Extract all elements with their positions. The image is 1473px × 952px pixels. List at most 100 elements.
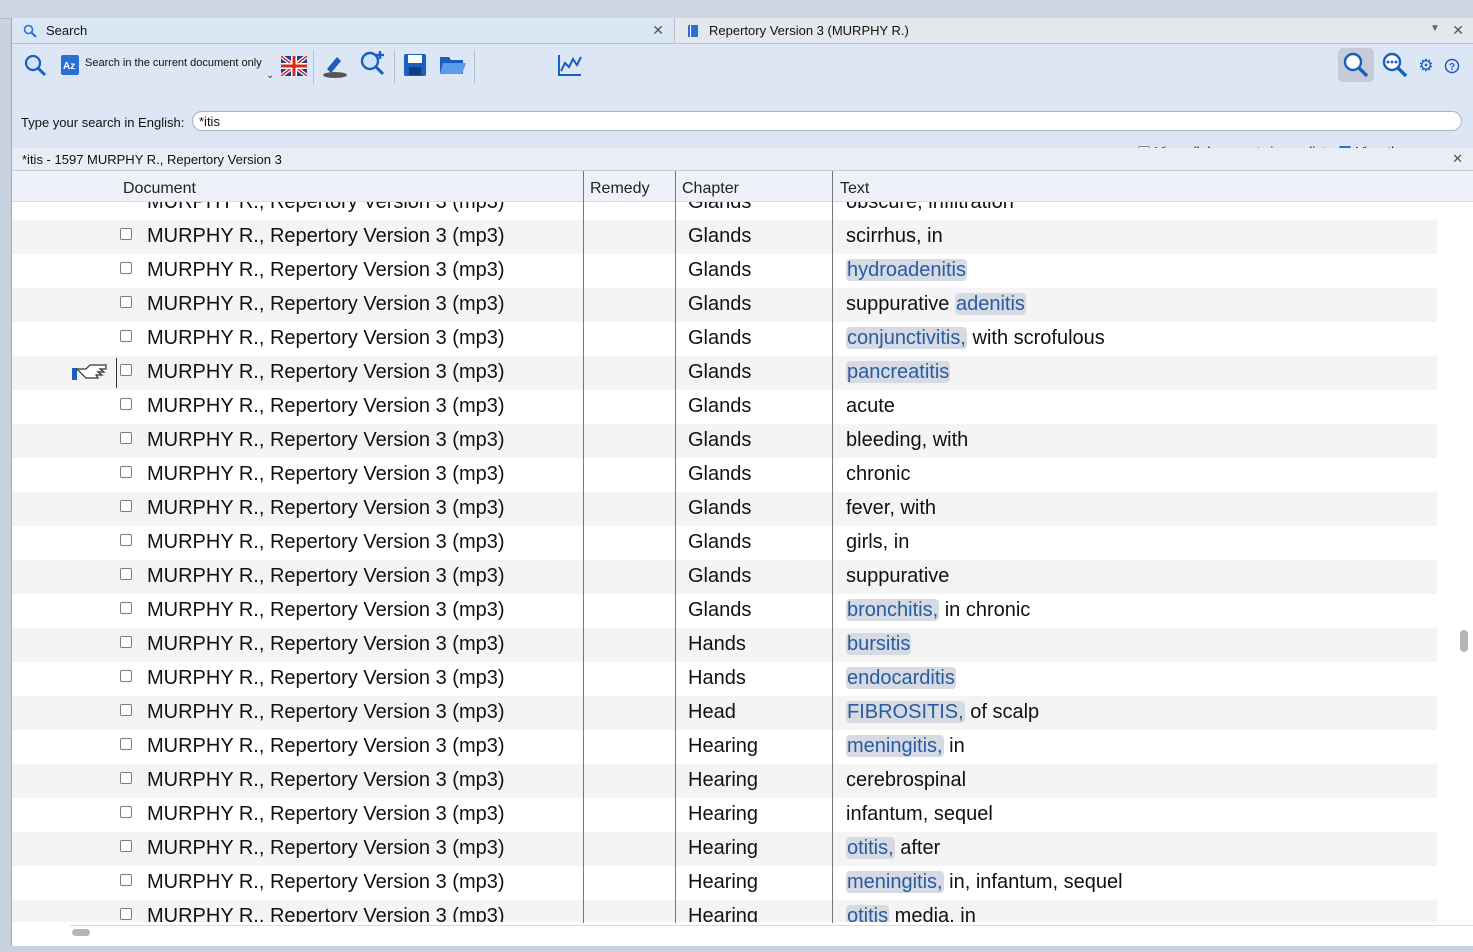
table-row[interactable]: MURPHY R., Repertory Version 3 (mp3) Glan… xyxy=(12,356,1437,390)
row-checkbox[interactable] xyxy=(120,262,132,274)
row-text-highlight[interactable]: hydroadenitis xyxy=(846,259,967,281)
table-row[interactable]: MURPHY R., Repertory Version 3 (mp3) Hear… xyxy=(12,798,1437,832)
search-input[interactable] xyxy=(192,111,1462,131)
table-row[interactable]: MURPHY R., Repertory Version 3 (mp3) Hand… xyxy=(12,662,1437,696)
table-row[interactable]: MURPHY R., Repertory Version 3 (mp3) Glan… xyxy=(12,560,1437,594)
table-row[interactable]: MURPHY R., Repertory Version 3 (mp3) Head… xyxy=(12,696,1437,730)
help-icon[interactable]: ? xyxy=(1442,56,1462,76)
table-row[interactable]: MURPHY R., Repertory Version 3 (mp3) Gla… xyxy=(12,202,1437,220)
row-checkbox[interactable] xyxy=(120,500,132,512)
tab-repertory[interactable]: Repertory Version 3 (MURPHY R.) ▼ ✕ xyxy=(675,18,1473,43)
row-checkbox[interactable] xyxy=(120,330,132,342)
row-checkbox[interactable] xyxy=(120,772,132,784)
row-checkbox[interactable] xyxy=(120,704,132,716)
table-row[interactable]: MURPHY R., Repertory Version 3 (mp3) Glan… xyxy=(12,220,1437,254)
table-row[interactable]: MURPHY R., Repertory Version 3 (mp3) Glan… xyxy=(12,526,1437,560)
row-checkbox[interactable] xyxy=(120,432,132,444)
table-row[interactable]: MURPHY R., Repertory Version 3 (mp3) Hear… xyxy=(12,730,1437,764)
row-checkbox[interactable] xyxy=(120,364,132,376)
row-text-rest: infantum, sequel xyxy=(846,803,993,825)
table-row[interactable]: MURPHY R., Repertory Version 3 (mp3) Glan… xyxy=(12,288,1437,322)
column-divider[interactable] xyxy=(675,171,676,923)
row-text-rest: after xyxy=(894,837,941,859)
row-text-highlight[interactable]: conjunctivitis, xyxy=(846,327,967,349)
chart-button[interactable] xyxy=(556,52,584,78)
row-chapter: Head xyxy=(688,701,736,723)
chevron-down-icon[interactable]: ▼ xyxy=(1430,23,1440,34)
table-row[interactable]: MURPHY R., Repertory Version 3 (mp3) Glan… xyxy=(12,458,1437,492)
row-document: MURPHY R., Repertory Version 3 (mp3) xyxy=(147,565,505,587)
row-chapter: Hands xyxy=(688,633,746,655)
language-flag-button[interactable] xyxy=(281,55,307,77)
row-chapter: Glands xyxy=(688,429,752,451)
search-current-doc-label[interactable]: Search in the current document only xyxy=(85,57,262,69)
chevron-down-icon[interactable]: ⌄ xyxy=(266,70,274,81)
row-text-highlight[interactable]: meningitis, xyxy=(846,735,944,757)
table-row[interactable]: MURPHY R., Repertory Version 3 (mp3) Hear… xyxy=(12,832,1437,866)
row-checkbox[interactable] xyxy=(120,636,132,648)
pointing-hand-icon xyxy=(72,363,112,383)
row-checkbox[interactable] xyxy=(120,738,132,750)
table-row[interactable]: MURPHY R., Repertory Version 3 (mp3) Glan… xyxy=(12,390,1437,424)
row-checkbox[interactable] xyxy=(120,296,132,308)
row-checkbox[interactable] xyxy=(120,874,132,886)
row-chapter: Hearing xyxy=(688,769,759,791)
table-row[interactable]: MURPHY R., Repertory Version 3 (mp3) Hear… xyxy=(12,764,1437,798)
row-text-highlight[interactable]: bronchitis, xyxy=(846,599,940,621)
search-button[interactable] xyxy=(22,52,48,78)
row-text-highlight[interactable]: otitis xyxy=(846,905,890,922)
row-text-rest: acute xyxy=(846,395,895,417)
row-checkbox[interactable] xyxy=(120,398,132,410)
row-checkbox[interactable] xyxy=(120,840,132,852)
row-checkbox[interactable] xyxy=(120,602,132,614)
row-text-highlight[interactable]: otitis, xyxy=(846,837,895,859)
add-search-button[interactable] xyxy=(358,48,388,78)
table-row[interactable]: MURPHY R., Repertory Version 3 (mp3) Glan… xyxy=(12,424,1437,458)
gear-icon[interactable]: ⚙ xyxy=(1416,56,1436,76)
table-row[interactable]: MURPHY R., Repertory Version 3 (mp3) Glan… xyxy=(12,492,1437,526)
row-checkbox[interactable] xyxy=(120,908,132,920)
table-row[interactable]: MURPHY R., Repertory Version 3 (mp3) Glan… xyxy=(12,254,1437,288)
az-icon[interactable]: Az xyxy=(60,54,80,76)
save-button[interactable] xyxy=(402,52,428,78)
row-checkbox[interactable] xyxy=(120,670,132,682)
row-checkbox[interactable] xyxy=(120,568,132,580)
column-header-text[interactable]: Text xyxy=(840,180,869,198)
row-checkbox[interactable] xyxy=(120,228,132,240)
vertical-scrollbar-thumb[interactable] xyxy=(1460,630,1468,652)
row-text-highlight[interactable]: FIBROSITIS, xyxy=(846,701,965,723)
row-checkbox[interactable] xyxy=(120,806,132,818)
column-header-remedy[interactable]: Remedy xyxy=(590,180,650,198)
column-divider[interactable] xyxy=(832,171,833,923)
row-text: obscure, infiltration xyxy=(846,202,1014,213)
row-text-highlight[interactable]: endocarditis xyxy=(846,667,956,689)
row-checkbox[interactable] xyxy=(120,466,132,478)
row-chapter: Hearing xyxy=(688,837,759,859)
row-text: bursitis xyxy=(846,633,912,656)
column-header-chapter[interactable]: Chapter xyxy=(682,180,739,198)
table-row[interactable]: MURPHY R., Repertory Version 3 (mp3) Glan… xyxy=(12,594,1437,628)
close-icon[interactable]: ✕ xyxy=(652,22,664,39)
search-mode-button[interactable] xyxy=(1338,48,1374,82)
row-text-highlight[interactable]: pancreatitis xyxy=(846,361,951,383)
row-text-highlight[interactable]: meningitis, xyxy=(846,871,944,893)
table-row[interactable]: MURPHY R., Repertory Version 3 (mp3) Glan… xyxy=(12,322,1437,356)
close-icon[interactable]: ✕ xyxy=(1452,151,1463,167)
row-text-highlight[interactable]: adenitis xyxy=(954,293,1026,315)
tab-search[interactable]: Search ✕ xyxy=(12,18,675,43)
horizontal-scrollbar-thumb[interactable] xyxy=(72,929,90,936)
row-checkbox[interactable] xyxy=(120,534,132,546)
search-more-button[interactable] xyxy=(1380,50,1410,80)
table-row[interactable]: MURPHY R., Repertory Version 3 (mp3) Hear… xyxy=(12,900,1437,922)
edit-button[interactable] xyxy=(320,50,350,80)
row-document: MURPHY R., Repertory Version 3 (mp3) xyxy=(147,701,505,723)
row-chapter: Glands xyxy=(688,293,752,315)
close-icon[interactable]: ✕ xyxy=(1452,22,1464,39)
row-text-highlight[interactable]: bursitis xyxy=(846,633,912,655)
column-divider[interactable] xyxy=(583,171,584,923)
open-button[interactable] xyxy=(438,52,468,78)
horizontal-scrollbar[interactable] xyxy=(70,925,1473,938)
table-row[interactable]: MURPHY R., Repertory Version 3 (mp3) Hear… xyxy=(12,866,1437,900)
column-header-document[interactable]: Document xyxy=(123,180,196,198)
table-row[interactable]: MURPHY R., Repertory Version 3 (mp3) Hand… xyxy=(12,628,1437,662)
